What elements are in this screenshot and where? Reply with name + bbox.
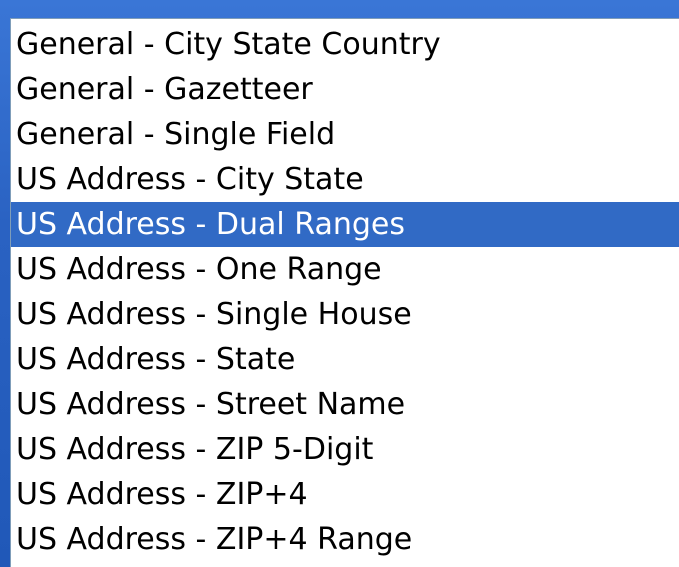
list-item-us-address-zip-4-range[interactable]: US Address - ZIP+4 Range bbox=[11, 517, 679, 562]
list-item-us-address-city-state[interactable]: US Address - City State bbox=[11, 157, 679, 202]
address-style-listbox[interactable]: General - City State Country General - G… bbox=[10, 18, 679, 567]
list-item-us-address-zip-4[interactable]: US Address - ZIP+4 bbox=[11, 472, 679, 517]
list-item-us-address-zip-5-digit[interactable]: US Address - ZIP 5-Digit bbox=[11, 427, 679, 472]
list-item-general-gazetteer[interactable]: General - Gazetteer bbox=[11, 67, 679, 112]
address-style-list: General - City State Country General - G… bbox=[11, 19, 679, 562]
window-frame: General - City State Country General - G… bbox=[0, 0, 679, 567]
list-item-us-address-one-range[interactable]: US Address - One Range bbox=[11, 247, 679, 292]
list-item-general-single-field[interactable]: General - Single Field bbox=[11, 112, 679, 157]
list-item-us-address-dual-ranges[interactable]: US Address - Dual Ranges bbox=[11, 202, 679, 247]
list-item-us-address-street-name[interactable]: US Address - Street Name bbox=[11, 382, 679, 427]
list-item-general-city-state-country[interactable]: General - City State Country bbox=[11, 22, 679, 67]
list-item-us-address-state[interactable]: US Address - State bbox=[11, 337, 679, 382]
list-item-us-address-single-house[interactable]: US Address - Single House bbox=[11, 292, 679, 337]
